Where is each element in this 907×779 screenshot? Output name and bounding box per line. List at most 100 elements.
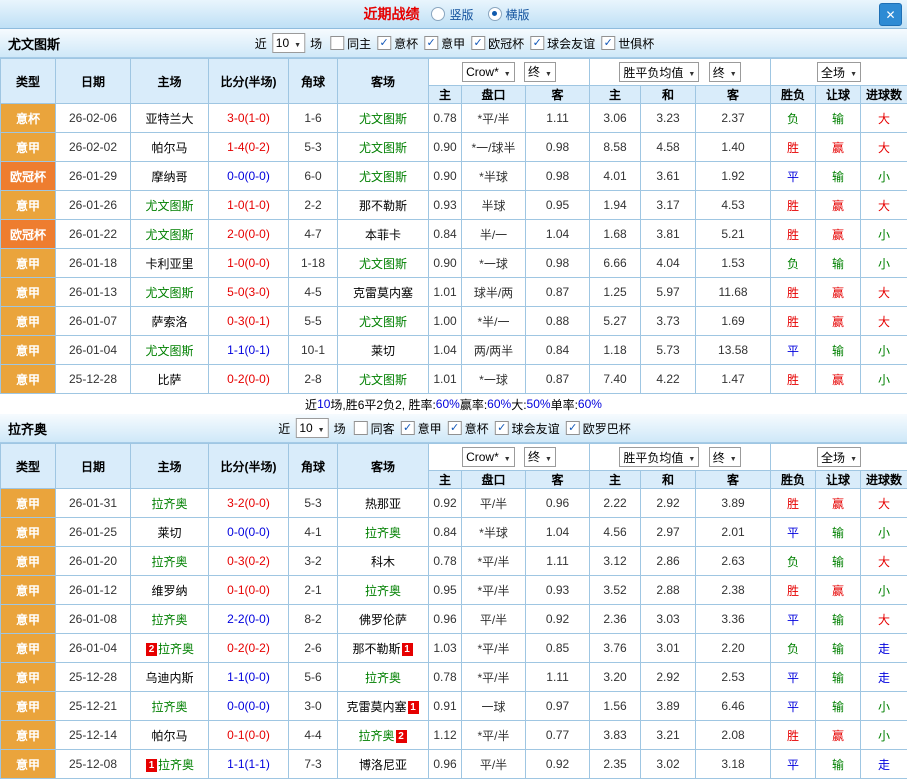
- col-result: 胜负: [771, 471, 816, 489]
- result-handicap: 输: [816, 336, 861, 365]
- competition-filter[interactable]: 球会友谊: [530, 35, 595, 52]
- col-corner: 角球: [289, 59, 338, 104]
- checkbox-checked-icon[interactable]: [601, 36, 615, 50]
- corner-score: 2-6: [289, 634, 338, 663]
- europe-period-select[interactable]: 终: [709, 447, 741, 467]
- chevron-down-icon: [545, 65, 552, 79]
- radio-selected-icon[interactable]: [488, 7, 502, 21]
- result-handicap: 赢: [816, 133, 861, 162]
- euro-home-odds: 3.12: [590, 547, 641, 576]
- checkbox-checked-icon[interactable]: [448, 421, 462, 435]
- euro-draw-odds: 2.92: [641, 489, 696, 518]
- same-venue-filter[interactable]: 同客: [354, 420, 395, 437]
- euro-draw-odds: 3.17: [641, 191, 696, 220]
- asia-away-odds: 1.11: [526, 663, 590, 692]
- asia-home-odds: 1.00: [429, 307, 462, 336]
- euro-draw-odds: 3.01: [641, 634, 696, 663]
- euro-draw-odds: 3.61: [641, 162, 696, 191]
- filter-label: 意杯: [465, 420, 489, 437]
- match-count-value: 10: [276, 36, 294, 50]
- result-goals: 小: [861, 692, 907, 721]
- summary-segment: 50%: [527, 397, 551, 411]
- competition-filter[interactable]: 意杯: [377, 35, 418, 52]
- home-team: 卡利亚里: [131, 249, 209, 278]
- result-goals: 小: [861, 721, 907, 750]
- asia-home-odds: 1.12: [429, 721, 462, 750]
- asia-home-odds: 0.78: [429, 547, 462, 576]
- competition-filter[interactable]: 意杯: [448, 420, 489, 437]
- near-label: 近: [255, 35, 267, 52]
- chevron-down-icon: [850, 65, 857, 79]
- match-row: 意甲26-01-08拉齐奥2-2(0-0)8-2佛罗伦萨0.96平/半0.922…: [1, 605, 907, 634]
- score: 0-3(0-1): [209, 307, 289, 336]
- col-asia-away: 客: [526, 86, 590, 104]
- competition-filter[interactable]: 意甲: [401, 420, 442, 437]
- competition-filter[interactable]: 欧冠杯: [471, 35, 524, 52]
- checkbox-unchecked-icon[interactable]: [354, 421, 368, 435]
- euro-draw-odds: 4.04: [641, 249, 696, 278]
- europe-period-select[interactable]: 终: [709, 62, 741, 82]
- result-outcome: 胜: [771, 191, 816, 220]
- europe-metric-select[interactable]: 胜平负均值: [619, 447, 699, 467]
- checkbox-checked-icon[interactable]: [377, 36, 391, 50]
- result-goals: 走: [861, 663, 907, 692]
- team-label: 维罗纳: [151, 584, 187, 598]
- close-button[interactable]: ✕: [879, 3, 902, 26]
- competition-filter[interactable]: 欧罗巴杯: [566, 420, 631, 437]
- score: 0-0(0-0): [209, 162, 289, 191]
- match-date: 25-12-08: [56, 750, 131, 779]
- euro-home-odds: 5.27: [590, 307, 641, 336]
- summary-segment: 赢率:: [460, 396, 487, 413]
- home-team: 帕尔马: [131, 721, 209, 750]
- radio-unselected-icon[interactable]: [431, 7, 445, 21]
- checkbox-checked-icon[interactable]: [495, 421, 509, 435]
- team-label: 克雷莫内塞: [353, 286, 413, 300]
- layout-horizontal-option[interactable]: 横版: [488, 6, 530, 23]
- checkbox-checked-icon[interactable]: [471, 36, 485, 50]
- checkbox-unchecked-icon[interactable]: [330, 36, 344, 50]
- home-team: 尤文图斯: [131, 220, 209, 249]
- team-label: 比萨: [157, 373, 181, 387]
- asia-handicap: *平/半: [462, 576, 526, 605]
- layout-vertical-option[interactable]: 竖版: [431, 6, 473, 23]
- asia-period-value: 终: [528, 63, 545, 80]
- red-card-badge: 2: [396, 730, 407, 743]
- same-venue-filter[interactable]: 同主: [330, 35, 371, 52]
- europe-metric-select[interactable]: 胜平负均值: [619, 62, 699, 82]
- scope-select[interactable]: 全场: [817, 62, 861, 82]
- match-date: 26-01-07: [56, 307, 131, 336]
- competition-type: 意杯: [1, 104, 56, 133]
- checkbox-checked-icon[interactable]: [424, 36, 438, 50]
- col-handicap-result: 让球: [816, 471, 861, 489]
- team-label: 尤文图斯: [359, 112, 407, 126]
- away-team: 博洛尼亚: [338, 750, 429, 779]
- euro-odds-selectors: 胜平负均值 终: [590, 59, 771, 86]
- selector-row: 类型 日期 主场 比分(半场) 角球 客场 Crow* 终: [1, 444, 907, 471]
- euro-home-odds: 8.58: [590, 133, 641, 162]
- euro-away-odds: 1.40: [696, 133, 771, 162]
- team-label: 尤文图斯: [359, 315, 407, 329]
- checkbox-checked-icon[interactable]: [530, 36, 544, 50]
- bookmaker-select[interactable]: Crow*: [462, 62, 515, 82]
- asia-period-select[interactable]: 终: [524, 447, 556, 467]
- red-card-badge: 2: [146, 643, 157, 656]
- bookmaker-select[interactable]: Crow*: [462, 447, 515, 467]
- match-count-select[interactable]: 10: [272, 33, 305, 53]
- competition-type: 意甲: [1, 576, 56, 605]
- home-team: 维罗纳: [131, 576, 209, 605]
- col-asia-home: 主: [429, 86, 462, 104]
- team-label: 尤文图斯: [145, 199, 193, 213]
- competition-filter[interactable]: 世俱杯: [601, 35, 654, 52]
- competition-filter[interactable]: 球会友谊: [495, 420, 560, 437]
- asia-period-select[interactable]: 终: [524, 62, 556, 82]
- checkbox-checked-icon[interactable]: [566, 421, 580, 435]
- result-outcome: 平: [771, 750, 816, 779]
- summary-segment: 近: [305, 396, 317, 413]
- result-outcome: 胜: [771, 576, 816, 605]
- competition-filter[interactable]: 意甲: [424, 35, 465, 52]
- checkbox-checked-icon[interactable]: [401, 421, 415, 435]
- team-label: 本菲卡: [365, 228, 401, 242]
- euro-home-odds: 3.52: [590, 576, 641, 605]
- scope-select[interactable]: 全场: [817, 447, 861, 467]
- match-count-select[interactable]: 10: [295, 418, 328, 438]
